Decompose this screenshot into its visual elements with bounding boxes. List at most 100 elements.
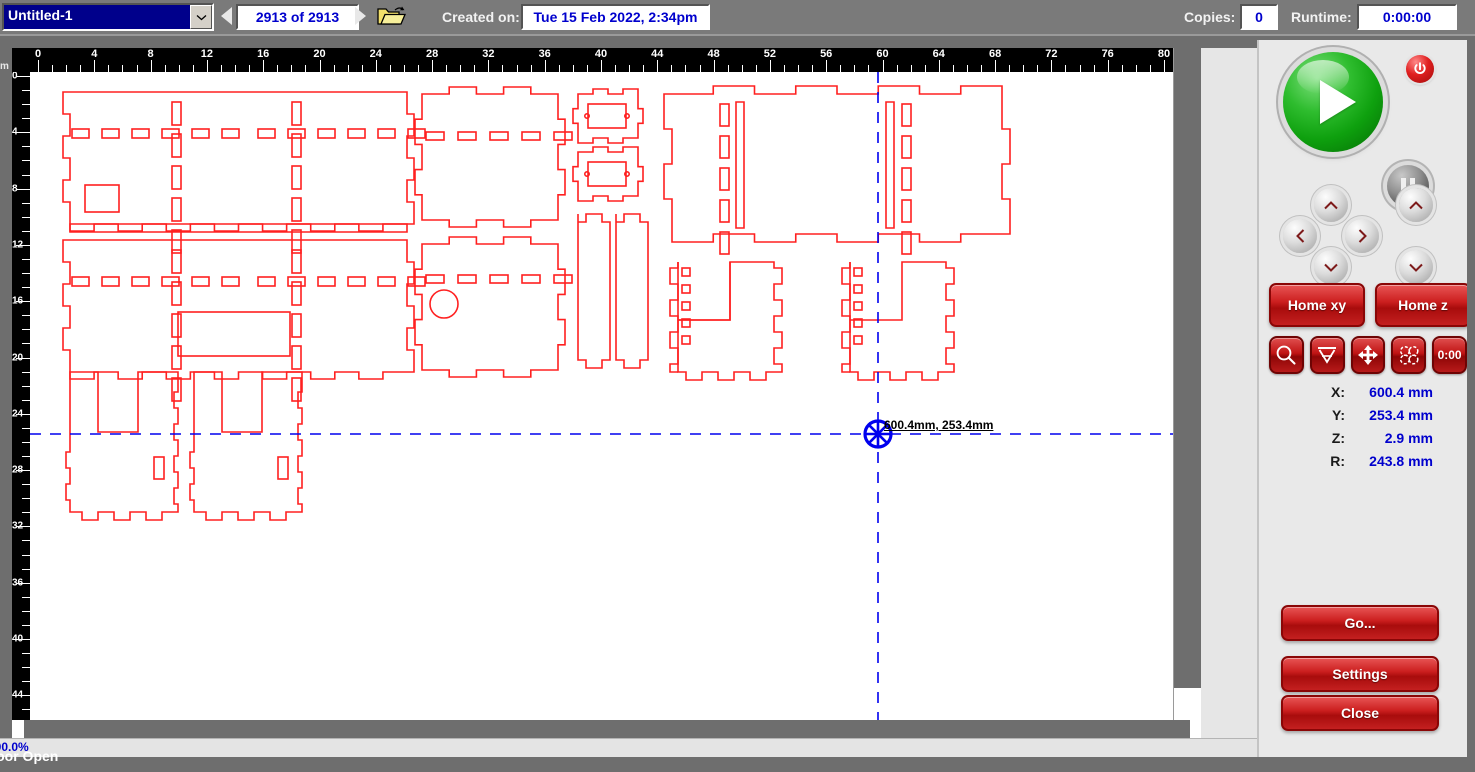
- cut-path: [171, 197, 182, 222]
- cut-path: [425, 131, 445, 141]
- design-canvas[interactable]: [30, 72, 1173, 720]
- power-button[interactable]: [1406, 55, 1434, 83]
- ruler-tick-minor: [122, 65, 124, 72]
- cut-path: [221, 128, 240, 139]
- ruler-label: 4: [91, 48, 98, 60]
- open-file-button[interactable]: [374, 4, 408, 28]
- ruler-label: 52: [763, 48, 777, 60]
- ruler-label: 76: [1101, 48, 1114, 60]
- cut-path: [489, 274, 509, 284]
- chevron-down-icon[interactable]: [190, 5, 212, 29]
- cut-path: [719, 167, 730, 191]
- cut-path: [853, 335, 863, 345]
- cut-path: [429, 289, 459, 319]
- chevron-right-icon: [1358, 229, 1367, 243]
- estimate-time-icon[interactable]: 0:00: [1432, 336, 1467, 374]
- cut-path: [901, 135, 912, 159]
- ruler-tick-minor: [22, 709, 30, 711]
- trace-outline-icon[interactable]: [1391, 336, 1427, 374]
- horizontal-scrollbar[interactable]: [12, 720, 1201, 738]
- move-arrows-icon[interactable]: [1350, 336, 1386, 374]
- play-icon: [1320, 80, 1356, 124]
- ruler-tick-minor: [629, 65, 631, 72]
- ruler-tick-minor: [22, 258, 30, 260]
- settings-button[interactable]: Settings: [1281, 656, 1439, 692]
- cut-path: [572, 88, 644, 144]
- ruler-label: 44: [651, 48, 664, 60]
- go-button[interactable]: Go...: [1281, 605, 1439, 641]
- preview-magnifier-icon[interactable]: [1269, 336, 1304, 374]
- copies-value[interactable]: 0: [1240, 4, 1278, 30]
- jog-left-button[interactable]: [1283, 219, 1317, 253]
- ruler-tick-minor: [192, 65, 194, 72]
- start-button[interactable]: [1283, 52, 1383, 152]
- app-window: Untitled-1 2913 of 2913 Created on: Tue …: [0, 0, 1475, 772]
- cut-path: [681, 301, 691, 311]
- cut-path: [587, 103, 627, 129]
- ruler-tick-minor: [22, 456, 30, 458]
- ruler-tick-minor: [643, 65, 645, 72]
- ruler-tick-minor: [22, 624, 30, 626]
- coordinate-value: 2.9 mm: [1384, 429, 1433, 446]
- coordinate-value: 243.8 mm: [1369, 452, 1433, 469]
- ruler-tick-minor: [910, 65, 912, 72]
- ruler-tick-minor: [22, 287, 30, 289]
- next-job-button[interactable]: [352, 5, 368, 27]
- next-triangle-icon: [354, 7, 366, 25]
- cut-path: [719, 135, 730, 159]
- ruler-tick: [38, 60, 39, 72]
- file-select-combo[interactable]: Untitled-1: [2, 3, 214, 31]
- cut-path: [623, 112, 630, 119]
- ruler-tick-minor: [22, 174, 30, 176]
- ruler-tick-minor: [1121, 65, 1123, 72]
- ruler-tick-minor: [558, 65, 560, 72]
- ruler-tick-minor: [22, 343, 30, 345]
- coordinate-readout: X: 600.4 mm Y: 253.4 mm Z: 2.9 mm R: 243.8 mm: [1315, 380, 1467, 472]
- top-toolbar: Untitled-1 2913 of 2913 Created on: Tue …: [0, 0, 1475, 36]
- xy-jog-pad: [1283, 188, 1379, 284]
- cut-path: [291, 165, 302, 190]
- ruler-tick-minor: [22, 399, 30, 401]
- z-up-button[interactable]: [1399, 188, 1433, 222]
- ruler-tick-minor: [1135, 65, 1137, 72]
- ruler-tick-minor: [1023, 65, 1025, 72]
- close-button[interactable]: Close: [1281, 695, 1439, 731]
- horizontal-scrollbar-thumb[interactable]: [24, 720, 1190, 738]
- ruler-label: 40: [594, 48, 608, 60]
- cut-path: [317, 128, 336, 139]
- vertical-scrollbar[interactable]: [1173, 48, 1202, 720]
- focus-z-icon[interactable]: [1309, 336, 1345, 374]
- cut-path: [291, 313, 302, 338]
- cut-path: [583, 171, 590, 178]
- ruler-tick-minor: [22, 667, 30, 669]
- cut-path: [377, 276, 396, 287]
- z-down-button[interactable]: [1399, 250, 1433, 284]
- ruler-tick-minor: [727, 65, 729, 72]
- ruler-tick-minor: [22, 498, 30, 500]
- jog-down-button[interactable]: [1314, 250, 1348, 284]
- prev-job-button[interactable]: [218, 5, 234, 27]
- ruler-tick-minor: [22, 610, 30, 612]
- vertical-scrollbar-thumb[interactable]: [1174, 48, 1202, 688]
- ruler-tick-minor: [22, 329, 30, 331]
- ruler-tick-minor: [22, 146, 30, 148]
- cut-path: [291, 377, 302, 402]
- ruler-tick-minor: [418, 65, 420, 72]
- cut-path: [101, 276, 120, 287]
- cut-path: [131, 276, 150, 287]
- jog-up-button[interactable]: [1314, 188, 1348, 222]
- cut-path: [901, 199, 912, 223]
- coordinate-axis-label: Y:: [1332, 406, 1345, 423]
- jog-right-button[interactable]: [1345, 219, 1379, 253]
- cut-path: [521, 131, 541, 141]
- ruler-tick-minor: [1149, 65, 1151, 72]
- vector-artwork: [30, 72, 1173, 720]
- cut-path: [901, 103, 912, 127]
- cut-path: [189, 371, 303, 521]
- home-z-button[interactable]: Home z: [1375, 283, 1471, 327]
- ruler-tick: [995, 60, 997, 72]
- cut-path: [885, 101, 895, 229]
- ruler-tick-minor: [755, 65, 757, 72]
- home-xy-button[interactable]: Home xy: [1269, 283, 1365, 327]
- cut-path: [681, 335, 691, 345]
